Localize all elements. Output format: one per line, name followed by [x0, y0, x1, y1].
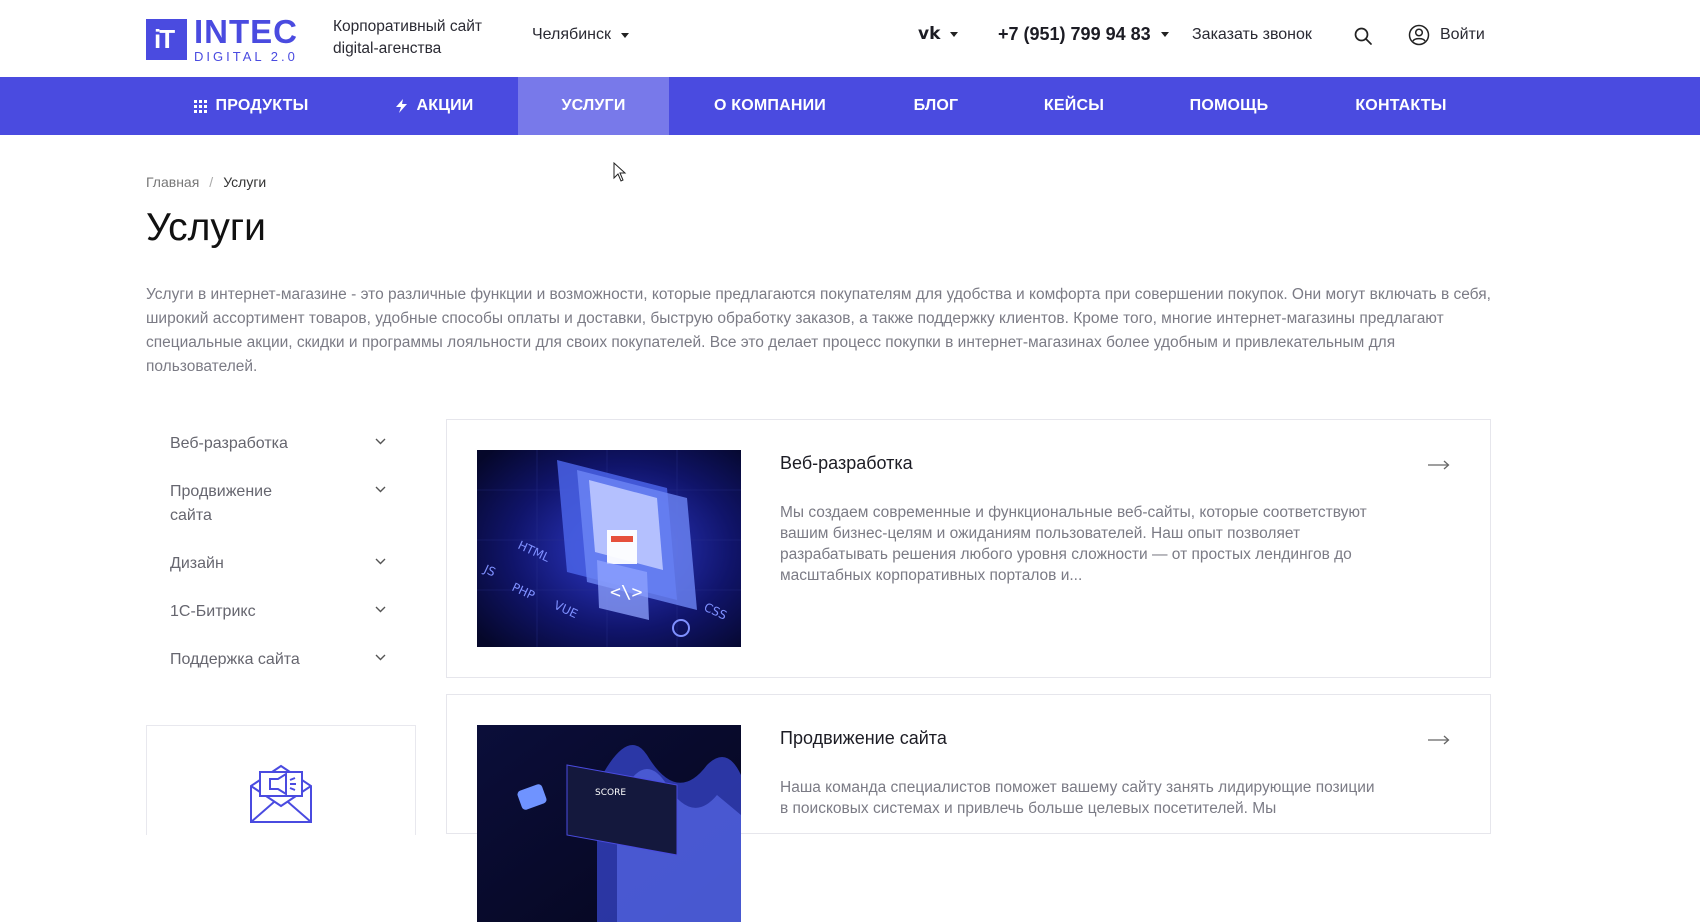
chevron-down-icon	[950, 31, 959, 37]
phone-number: +7 (951) 799 94 83	[998, 24, 1151, 44]
sidebar-item-promotion[interactable]: Продвижение сайта	[146, 468, 416, 540]
city-selector[interactable]: Челябинск	[532, 26, 629, 44]
breadcrumb: Главная / Услуги	[146, 174, 266, 190]
service-card-promotion[interactable]: SCORE Продвижение сайта Наша команда спе…	[446, 694, 1491, 922]
chevron-down-icon[interactable]	[375, 558, 386, 565]
page-title: Услуги	[146, 206, 266, 249]
service-description: Мы создаем современные и функциональные …	[780, 504, 1367, 584]
chevron-down-icon[interactable]	[375, 606, 386, 613]
sidebar-item-bitrix[interactable]: 1С-Битрикс	[146, 588, 416, 636]
service-image-web-development: <\> HTML JS PHP VUE CSS	[477, 450, 741, 647]
nav-item-help[interactable]: ПОМОЩЬ	[1173, 77, 1285, 135]
logo-name: INTEC	[194, 13, 298, 50]
nav-item-contacts[interactable]: КОНТАКТЫ	[1345, 77, 1457, 135]
chevron-down-icon[interactable]	[375, 654, 386, 661]
breadcrumb-home[interactable]: Главная	[146, 174, 199, 190]
sidebar-item-web-development[interactable]: Веб-разработка	[146, 420, 416, 468]
social-selector[interactable]: vk	[918, 24, 959, 44]
login-button[interactable]: Войти	[1408, 24, 1485, 46]
breadcrumb-current: Услуги	[223, 174, 267, 190]
arrow-right-icon[interactable]	[1428, 460, 1450, 470]
sidebar-item-support[interactable]: Поддержка сайта	[146, 636, 416, 684]
megaphone-envelope-icon	[250, 764, 312, 823]
sidebar-menu: Веб-разработка Продвижение сайта Дизайн …	[146, 420, 416, 684]
grid-icon	[193, 99, 207, 113]
nav-item-promotions[interactable]: АКЦИИ	[370, 77, 500, 135]
breadcrumb-separator: /	[209, 174, 214, 190]
chevron-down-icon	[620, 32, 629, 38]
logo-subtitle: DIGITAL 2.0	[194, 49, 298, 64]
mouse-cursor	[613, 162, 627, 182]
logo[interactable]: iT INTEC DIGITAL 2.0	[146, 15, 298, 63]
city-label: Челябинск	[532, 26, 611, 43]
chevron-down-icon[interactable]	[375, 486, 386, 493]
svg-text:<\>: <\>	[610, 582, 643, 603]
callback-link[interactable]: Заказать звонок	[1192, 26, 1312, 44]
newsletter-card[interactable]	[146, 725, 416, 835]
service-description: Наша команда специалистов поможет вашему…	[780, 779, 1375, 817]
service-title[interactable]: Продвижение сайта	[780, 728, 947, 749]
nav-item-services[interactable]: УСЛУГИ	[518, 77, 669, 135]
arrow-right-icon[interactable]	[1428, 735, 1450, 745]
svg-text:SCORE: SCORE	[595, 788, 626, 798]
phone-selector[interactable]: +7 (951) 799 94 83	[998, 24, 1169, 45]
chevron-down-icon[interactable]	[375, 438, 386, 445]
nav-item-cases[interactable]: КЕЙСЫ	[1024, 77, 1124, 135]
vk-icon: vk	[918, 24, 941, 44]
lightning-icon	[396, 99, 408, 113]
service-card-web-development[interactable]: <\> HTML JS PHP VUE CSS Веб-разработка М…	[446, 419, 1491, 678]
site-header: iT INTEC DIGITAL 2.0 Корпоративный сайт …	[0, 0, 1700, 77]
page-intro: Услуги в интернет-магазине - это различн…	[146, 286, 1491, 375]
user-icon	[1408, 24, 1430, 46]
chevron-down-icon	[1160, 32, 1169, 37]
nav-item-blog[interactable]: БЛОГ	[886, 77, 986, 135]
main-nav: ПРОДУКТЫ АКЦИИ УСЛУГИ О КОМПАНИИ БЛОГ КЕ…	[0, 77, 1700, 135]
site-tagline: Корпоративный сайт digital-агенства	[333, 18, 482, 57]
login-label: Войти	[1440, 26, 1485, 43]
logo-mark: iT	[146, 18, 187, 60]
search-icon[interactable]	[1353, 26, 1373, 46]
sidebar-item-design[interactable]: Дизайн	[146, 540, 416, 588]
service-image-promotion: SCORE	[477, 725, 741, 922]
nav-item-products[interactable]: ПРОДУКТЫ	[170, 77, 332, 135]
nav-item-about[interactable]: О КОМПАНИИ	[700, 77, 840, 135]
service-title[interactable]: Веб-разработка	[780, 453, 913, 474]
